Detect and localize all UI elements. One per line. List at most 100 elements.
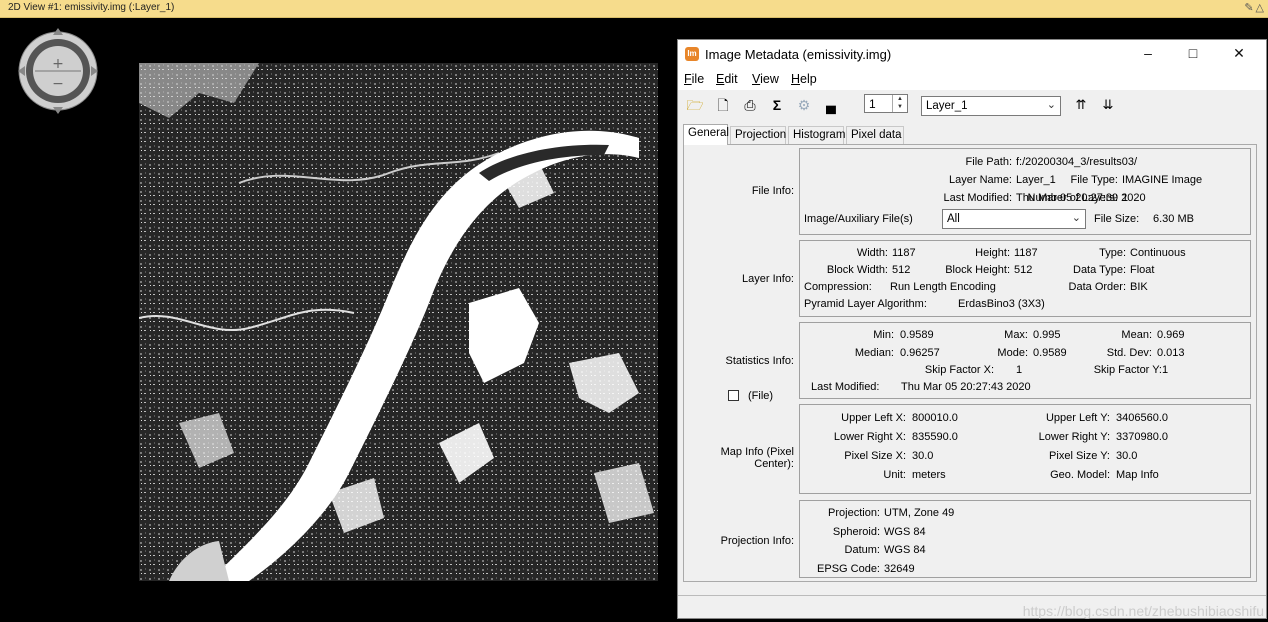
window-title: Image Metadata (emissivity.img) [705, 47, 892, 62]
upper-left-x-label: Upper Left X: [841, 412, 906, 424]
layer-info-section: Width: 1187 Height: 1187 Type: Continuou… [799, 240, 1251, 317]
close-button[interactable]: ✕ [1229, 45, 1249, 62]
layer-select-value: Layer_1 [926, 100, 968, 112]
epsg-code-label: EPSG Code: [817, 563, 880, 575]
menu-edit[interactable]: Edit [716, 72, 738, 86]
stats-last-modified-value: Thu Mar 05 20:27:43 2020 [901, 381, 1031, 393]
tab-projection[interactable]: Projection [730, 126, 786, 144]
projection-value: UTM, Zone 49 [884, 507, 955, 519]
type-label: Type: [1099, 247, 1126, 259]
print-icon[interactable]: ⎙ [741, 96, 759, 114]
data-order-label: Data Order: [1068, 281, 1126, 293]
general-tab-panel: File Info: File Path: f:/20200304_3/resu… [683, 144, 1257, 582]
viewer-title-bar: 2D View #1: emissivity.img (:Layer_1) ✎△ [0, 0, 1268, 18]
block-width-label: Block Width: [826, 264, 888, 276]
pixel-size-x-label: Pixel Size X: [844, 450, 906, 462]
aux-files-select[interactable]: All ⌄ [942, 209, 1086, 229]
width-value: 1187 [892, 247, 916, 259]
spinner-arrows[interactable]: ▲ ▼ [892, 95, 907, 112]
toolbar: 🗁 🗋 ⎙ Σ ⚙ ▄ 1 ▲ ▼ Layer_1 ⌄ ⇈ ⇊ [678, 91, 1266, 119]
menu-bar: File Edit View Help [678, 70, 1266, 90]
file-checkbox[interactable] [728, 390, 739, 401]
aux-files-label: Image/Auxiliary File(s) [804, 213, 913, 225]
layer-select[interactable]: Layer_1 ⌄ [921, 96, 1061, 116]
zoom-out-icon[interactable]: − [52, 76, 64, 92]
file-checkbox-label: (File) [748, 390, 774, 402]
image-metadata-window[interactable]: Im Image Metadata (emissivity.img) – □ ✕… [677, 39, 1267, 619]
datum-value: WGS 84 [884, 544, 926, 556]
spheroid-value: WGS 84 [884, 526, 926, 538]
watermark-text: https://blog.csdn.net/zhebushibiaoshifu [1022, 603, 1264, 619]
height-value: 1187 [1014, 247, 1038, 259]
menu-file[interactable]: File [684, 72, 704, 86]
imagine-app-icon: Im [685, 47, 699, 61]
pan-down-icon[interactable] [53, 107, 63, 114]
data-type-value: Float [1130, 264, 1155, 276]
histogram-icon[interactable]: ▄ [822, 96, 840, 114]
upper-left-y-value: 3406560.0 [1116, 412, 1168, 424]
unit-value: meters [912, 469, 946, 481]
file-path-label: File Path: [965, 156, 1012, 168]
tab-histogram[interactable]: Histogram [788, 126, 845, 144]
sort-down-icon[interactable]: ⇊ [1099, 96, 1117, 114]
projection-label: Projection: [828, 507, 880, 519]
file-size-label: File Size: [1094, 213, 1140, 225]
projection-info-section: Projection: UTM, Zone 49 Spheroid: WGS 8… [799, 500, 1251, 578]
mode-value: 0.9589 [1033, 347, 1067, 359]
maximize-button[interactable]: □ [1183, 45, 1203, 61]
spheroid-label: Spheroid: [832, 526, 880, 538]
emissivity-raster-image [139, 63, 658, 581]
mode-label: Mode: [997, 347, 1028, 359]
sort-up-icon[interactable]: ⇈ [1072, 96, 1090, 114]
skip-factor-x-label: Skip Factor X: [924, 364, 994, 376]
min-value: 0.9589 [900, 329, 934, 341]
block-height-label: Block Height: [945, 264, 1010, 276]
std-dev-value: 0.013 [1157, 347, 1185, 359]
layer-number-spinner[interactable]: 1 ▲ ▼ [864, 94, 908, 113]
menu-view[interactable]: View [752, 72, 779, 86]
geo-model-label: Geo. Model: [1050, 469, 1110, 481]
mean-label: Mean: [1121, 329, 1152, 341]
layer-number-value: 1 [869, 97, 876, 111]
map-info-section: Upper Left X: 800010.0 Upper Left Y: 340… [799, 404, 1251, 494]
file-info-section: File Path: f:/20200304_3/results03/ Laye… [799, 148, 1251, 235]
mean-value: 0.969 [1157, 329, 1185, 341]
pan-zoom-navigator[interactable]: + − [18, 26, 100, 116]
chevron-down-icon: ⌄ [1071, 212, 1081, 224]
block-width-value: 512 [892, 264, 911, 276]
pyramid-algorithm-label: Pyramid Layer Algorithm: [804, 298, 927, 310]
file-info-label: File Info: [751, 185, 794, 197]
upper-left-y-label: Upper Left Y: [1045, 412, 1110, 424]
statistics-info-label: Statistics Info: [725, 355, 794, 367]
sigma-statistics-icon[interactable]: Σ [768, 96, 786, 114]
width-label: Width: [856, 247, 888, 259]
new-document-icon[interactable]: 🗋 [714, 96, 732, 114]
minimize-button[interactable]: – [1138, 45, 1158, 61]
file-type-label: File Type: [1070, 174, 1119, 186]
epsg-code-value: 32649 [884, 563, 915, 575]
projection-info-label: Projection Info: [720, 535, 794, 547]
last-modified-label: Last Modified: [943, 192, 1012, 204]
skip-factor-x-value: 1 [1016, 364, 1023, 376]
pixel-size-y-value: 30.0 [1116, 450, 1138, 462]
pan-up-icon[interactable] [53, 28, 63, 35]
raster-image-view[interactable] [139, 63, 658, 581]
compute-icon[interactable]: ⚙ [795, 96, 813, 114]
file-size-value: 6.30 MB [1153, 213, 1194, 225]
open-folder-icon[interactable]: 🗁 [686, 96, 704, 114]
viewer-title-icons[interactable]: ✎△ [1244, 1, 1266, 14]
tab-general[interactable]: General [683, 124, 729, 145]
geo-model-value: Map Info [1116, 469, 1159, 481]
datum-label: Datum: [844, 544, 880, 556]
layer-name-value: Layer_1 [1016, 174, 1056, 186]
skip-factor-y-label: Skip Factor Y: [1093, 364, 1162, 376]
min-label: Min: [873, 329, 894, 341]
tab-pixel-data[interactable]: Pixel data [846, 126, 904, 144]
num-layers-label: Number of Layers: [1027, 192, 1118, 204]
lower-right-y-label: Lower Right Y: [1038, 431, 1110, 443]
window-title-bar[interactable]: Im Image Metadata (emissivity.img) – □ ✕ [678, 40, 1266, 70]
type-value: Continuous [1130, 247, 1186, 259]
menu-help[interactable]: Help [791, 72, 817, 86]
statistics-info-section: Min: 0.9589 Max: 0.995 Mean: 0.969 Media… [799, 322, 1251, 399]
zoom-in-icon[interactable]: + [52, 56, 64, 72]
